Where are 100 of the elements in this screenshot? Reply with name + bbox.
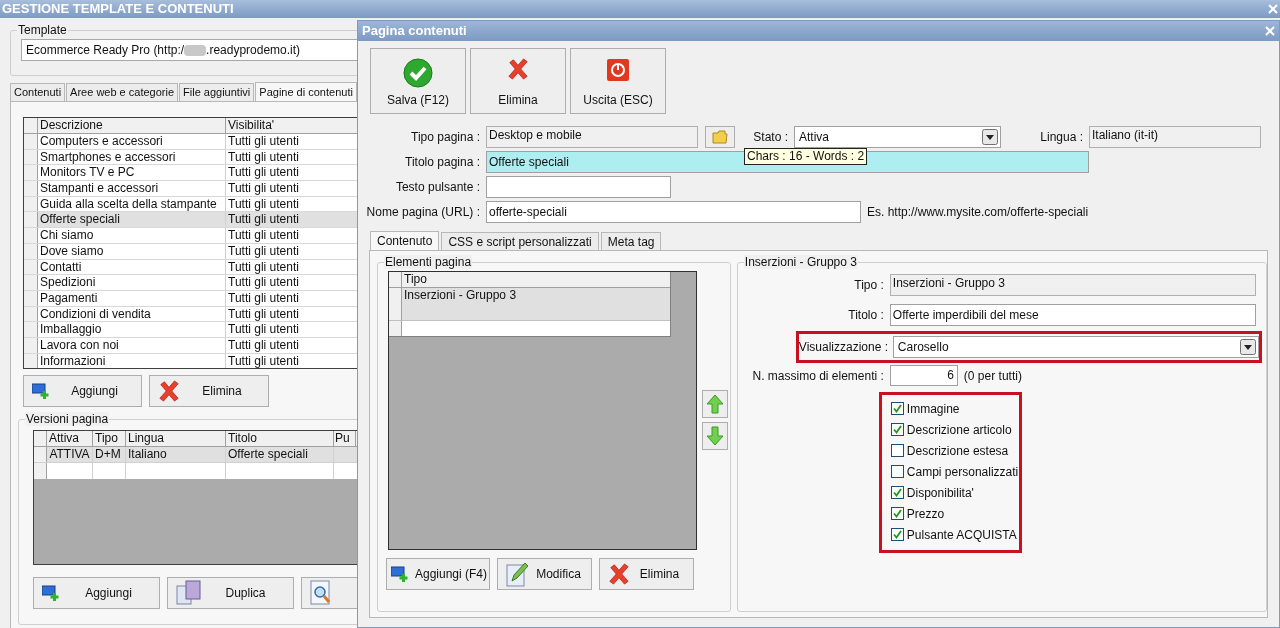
delete-button[interactable]: Elimina <box>470 48 566 114</box>
table-cell: Monitors TV e PC <box>38 165 226 181</box>
checkmark-icon <box>892 509 902 518</box>
state-combo[interactable]: Attiva <box>794 126 1001 148</box>
url-example: Es. http://www.mysite.com/offerte-speciali <box>867 204 1089 221</box>
tab[interactable]: Contenuti <box>10 83 66 101</box>
tooltip: Chars : 16 - Words : 2 <box>744 148 868 165</box>
row-header <box>24 322 38 337</box>
table-cell: Imballaggio <box>38 322 226 337</box>
table-cell: Dove siamo <box>38 243 226 259</box>
table-row[interactable]: Inserzioni - Gruppo 3 <box>389 288 670 321</box>
button-text-field[interactable] <box>486 176 671 198</box>
table-cell: Computers e accessori <box>38 134 226 149</box>
table-cell: Stampanti e accessori <box>38 181 226 196</box>
table-cell-text: Tutti gli utenti <box>227 134 300 149</box>
cross-icon <box>158 380 180 402</box>
magnifier-document-icon <box>310 580 332 606</box>
power-icon <box>606 58 630 82</box>
edit-button[interactable]: Modifica <box>497 558 592 590</box>
template-url-end: .readyprodemo.it) <box>206 42 301 59</box>
tab[interactable]: CSS e script personalizzati <box>441 232 599 250</box>
duplicate-button[interactable]: Duplica <box>167 577 294 609</box>
max-elements-field[interactable]: 6 <box>889 365 958 386</box>
table-cell-text: Tutti gli utenti <box>227 196 300 212</box>
column-header: Titolo <box>226 431 334 446</box>
tab[interactable]: File aggiuntivi <box>179 83 255 101</box>
checkbox[interactable] <box>890 507 904 520</box>
checkbox-label: Disponibilita' <box>906 484 974 502</box>
table-cell: Italiano <box>126 447 226 462</box>
field-label: Tipo : <box>853 277 885 294</box>
checkmark-icon <box>892 488 902 497</box>
tab[interactable]: Contenuto <box>370 231 440 250</box>
close-icon[interactable] <box>1265 26 1275 36</box>
column-header: Attiva <box>47 431 93 446</box>
table-cell: Informazioni <box>38 353 226 368</box>
table-cell: Pagamenti <box>38 290 226 306</box>
checkbox[interactable] <box>890 402 904 415</box>
check-circle-icon <box>403 58 433 88</box>
delete-button[interactable]: Elimina <box>599 558 694 590</box>
page-url-field[interactable]: offerte-speciali <box>486 201 861 223</box>
table-cell: Spedizioni <box>38 275 226 290</box>
pencil-document-icon <box>506 561 530 587</box>
checkbox[interactable] <box>890 444 904 457</box>
field-note: (0 per tutti) <box>963 367 1022 385</box>
table-cell-text: Tutti gli utenti <box>227 275 300 290</box>
cross-icon <box>507 58 529 80</box>
add-button[interactable]: Aggiungi <box>33 577 160 609</box>
blurred-text-patch <box>184 44 207 56</box>
checkbox[interactable] <box>890 465 904 478</box>
close-icon[interactable] <box>1268 4 1278 14</box>
field-label: N. massimo di elementi : <box>751 367 885 385</box>
checkmark-icon <box>892 404 902 413</box>
column-header: Visibilita' <box>227 118 276 133</box>
display-combo[interactable]: Carosello <box>892 336 1259 358</box>
language-field: Italiano (it-it) <box>1089 126 1261 148</box>
table-cell: Offerte speciali <box>226 447 334 462</box>
table-cell: Condizioni di vendita <box>38 306 226 322</box>
checkbox-label: Immagine <box>906 400 960 418</box>
table-cell-text: Tutti gli utenti <box>227 212 300 228</box>
save-button[interactable]: Salva (F12) <box>370 48 466 114</box>
title-field[interactable]: Offerte imperdibili del mese <box>889 304 1256 326</box>
table-cell-text: Tutti gli utenti <box>227 149 300 165</box>
field-label: Lingua : <box>1039 129 1084 146</box>
add-button[interactable]: Aggiungi <box>23 375 142 407</box>
tab[interactable]: Pagine di contenuti <box>255 82 357 101</box>
table-cell-text: Tutti gli utenti <box>227 322 300 337</box>
table-cell-text: Tutti gli utenti <box>227 228 300 243</box>
table-cell: Offerte speciali <box>38 212 226 228</box>
group-legend: Inserzioni - Gruppo 3 <box>743 255 858 269</box>
row-header <box>24 212 38 228</box>
dialog-title: Pagina contenuti <box>362 22 467 41</box>
add-window-icon <box>391 566 411 582</box>
tab[interactable]: Aree web e categorie <box>66 83 179 101</box>
folder-icon <box>712 130 728 144</box>
table-cell-text: Tutti gli utenti <box>227 337 300 353</box>
page-type-field: Desktop e mobile <box>486 126 698 148</box>
add-button[interactable]: Aggiungi (F4) <box>386 558 490 590</box>
checkbox[interactable] <box>890 486 904 499</box>
exit-button[interactable]: Uscita (ESC) <box>570 48 666 114</box>
table-cell-text: Tutti gli utenti <box>227 243 300 259</box>
checkbox-label: Campi personalizzati <box>906 463 1019 481</box>
table-cell: D+M <box>93 447 126 462</box>
table-cell-text: Tutti gli utenti <box>227 165 300 181</box>
table-cell: Chi siamo <box>38 228 226 243</box>
delete-button[interactable]: Elimina <box>149 375 269 407</box>
tab[interactable]: Meta tag <box>600 232 662 250</box>
table-cell: Contatti <box>38 259 226 275</box>
row-header <box>24 165 38 181</box>
table-cell-text: Tutti gli utenti <box>227 353 300 368</box>
template-url-start: Ecommerce Ready Pro (http:/ <box>26 42 185 59</box>
arrow-up-icon <box>706 394 724 414</box>
row-header <box>24 275 38 290</box>
table-cell: Guida alla scelta della stampante <box>38 196 226 212</box>
table-cell: Smartphones e accessori <box>38 149 226 165</box>
checkbox[interactable] <box>890 423 904 436</box>
row-header <box>24 228 38 243</box>
checkbox[interactable] <box>890 528 904 541</box>
column-header: Descrizione <box>38 118 226 133</box>
group-legend: Template <box>17 23 68 37</box>
table-cell-text: Tutti gli utenti <box>227 306 300 322</box>
